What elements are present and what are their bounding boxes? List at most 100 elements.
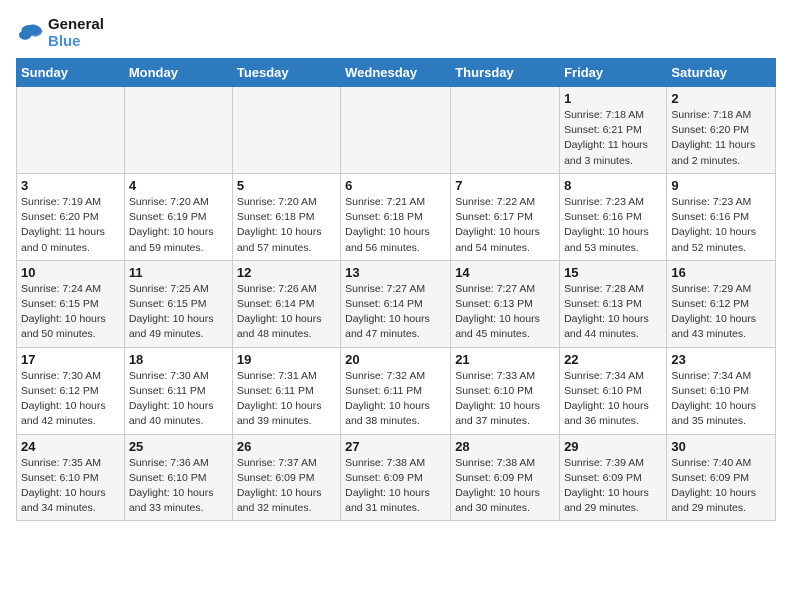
day-number: 2 bbox=[671, 91, 771, 106]
day-info: Sunrise: 7:27 AMSunset: 6:14 PMDaylight:… bbox=[345, 282, 446, 343]
week-row-1: 1 Sunrise: 7:18 AMSunset: 6:21 PMDaylight… bbox=[17, 87, 776, 174]
day-number: 9 bbox=[671, 178, 771, 193]
day-number: 22 bbox=[564, 352, 662, 367]
day-number: 1 bbox=[564, 91, 662, 106]
day-number: 29 bbox=[564, 439, 662, 454]
day-info: Sunrise: 7:18 AMSunset: 6:21 PMDaylight:… bbox=[564, 108, 662, 169]
day-cell bbox=[17, 87, 125, 174]
day-cell: 8 Sunrise: 7:23 AMSunset: 6:16 PMDaylight… bbox=[560, 173, 667, 260]
day-info: Sunrise: 7:34 AMSunset: 6:10 PMDaylight:… bbox=[564, 369, 662, 430]
day-info: Sunrise: 7:18 AMSunset: 6:20 PMDaylight:… bbox=[671, 108, 771, 169]
day-info: Sunrise: 7:26 AMSunset: 6:14 PMDaylight:… bbox=[237, 282, 336, 343]
day-info: Sunrise: 7:25 AMSunset: 6:15 PMDaylight:… bbox=[129, 282, 228, 343]
week-row-2: 3 Sunrise: 7:19 AMSunset: 6:20 PMDaylight… bbox=[17, 173, 776, 260]
day-cell: 3 Sunrise: 7:19 AMSunset: 6:20 PMDaylight… bbox=[17, 173, 125, 260]
header-cell-monday: Monday bbox=[124, 59, 232, 87]
header-cell-thursday: Thursday bbox=[451, 59, 560, 87]
day-cell: 20 Sunrise: 7:32 AMSunset: 6:11 PMDayligh… bbox=[341, 347, 451, 434]
day-number: 3 bbox=[21, 178, 120, 193]
day-number: 25 bbox=[129, 439, 228, 454]
day-info: Sunrise: 7:30 AMSunset: 6:12 PMDaylight:… bbox=[21, 369, 120, 430]
calendar-table: SundayMondayTuesdayWednesdayThursdayFrid… bbox=[16, 58, 776, 521]
day-info: Sunrise: 7:33 AMSunset: 6:10 PMDaylight:… bbox=[455, 369, 555, 430]
calendar-header: SundayMondayTuesdayWednesdayThursdayFrid… bbox=[17, 59, 776, 87]
day-cell: 2 Sunrise: 7:18 AMSunset: 6:20 PMDaylight… bbox=[667, 87, 776, 174]
day-info: Sunrise: 7:29 AMSunset: 6:12 PMDaylight:… bbox=[671, 282, 771, 343]
day-cell: 5 Sunrise: 7:20 AMSunset: 6:18 PMDaylight… bbox=[232, 173, 340, 260]
day-info: Sunrise: 7:23 AMSunset: 6:16 PMDaylight:… bbox=[671, 195, 771, 256]
day-cell: 25 Sunrise: 7:36 AMSunset: 6:10 PMDayligh… bbox=[124, 434, 232, 521]
header-cell-saturday: Saturday bbox=[667, 59, 776, 87]
day-number: 8 bbox=[564, 178, 662, 193]
day-info: Sunrise: 7:31 AMSunset: 6:11 PMDaylight:… bbox=[237, 369, 336, 430]
day-cell bbox=[341, 87, 451, 174]
day-info: Sunrise: 7:20 AMSunset: 6:19 PMDaylight:… bbox=[129, 195, 228, 256]
week-row-4: 17 Sunrise: 7:30 AMSunset: 6:12 PMDayligh… bbox=[17, 347, 776, 434]
day-cell: 9 Sunrise: 7:23 AMSunset: 6:16 PMDaylight… bbox=[667, 173, 776, 260]
day-number: 24 bbox=[21, 439, 120, 454]
day-cell: 15Sunrise: 7:28 AMSunset: 6:13 PMDayligh… bbox=[560, 260, 667, 347]
day-cell: 6 Sunrise: 7:21 AMSunset: 6:18 PMDaylight… bbox=[341, 173, 451, 260]
day-number: 19 bbox=[237, 352, 336, 367]
day-cell: 11 Sunrise: 7:25 AMSunset: 6:15 PMDayligh… bbox=[124, 260, 232, 347]
day-info: Sunrise: 7:19 AMSunset: 6:20 PMDaylight:… bbox=[21, 195, 120, 256]
week-row-3: 10 Sunrise: 7:24 AMSunset: 6:15 PMDayligh… bbox=[17, 260, 776, 347]
day-cell: 7Sunrise: 7:22 AMSunset: 6:17 PMDaylight… bbox=[451, 173, 560, 260]
day-cell bbox=[124, 87, 232, 174]
day-cell bbox=[232, 87, 340, 174]
header-cell-tuesday: Tuesday bbox=[232, 59, 340, 87]
week-row-5: 24 Sunrise: 7:35 AMSunset: 6:10 PMDayligh… bbox=[17, 434, 776, 521]
day-cell: 10 Sunrise: 7:24 AMSunset: 6:15 PMDayligh… bbox=[17, 260, 125, 347]
day-info: Sunrise: 7:21 AMSunset: 6:18 PMDaylight:… bbox=[345, 195, 446, 256]
day-number: 15 bbox=[564, 265, 662, 280]
header-cell-sunday: Sunday bbox=[17, 59, 125, 87]
day-cell bbox=[451, 87, 560, 174]
day-info: Sunrise: 7:30 AMSunset: 6:11 PMDaylight:… bbox=[129, 369, 228, 430]
day-number: 26 bbox=[237, 439, 336, 454]
day-info: Sunrise: 7:38 AMSunset: 6:09 PMDaylight:… bbox=[345, 456, 446, 517]
day-info: Sunrise: 7:32 AMSunset: 6:11 PMDaylight:… bbox=[345, 369, 446, 430]
logo-icon bbox=[16, 21, 44, 45]
day-number: 23 bbox=[671, 352, 771, 367]
day-number: 20 bbox=[345, 352, 446, 367]
day-cell: 23 Sunrise: 7:34 AMSunset: 6:10 PMDayligh… bbox=[667, 347, 776, 434]
day-cell: 19 Sunrise: 7:31 AMSunset: 6:11 PMDayligh… bbox=[232, 347, 340, 434]
day-info: Sunrise: 7:37 AMSunset: 6:09 PMDaylight:… bbox=[237, 456, 336, 517]
day-cell: 18 Sunrise: 7:30 AMSunset: 6:11 PMDayligh… bbox=[124, 347, 232, 434]
day-number: 6 bbox=[345, 178, 446, 193]
day-number: 7 bbox=[455, 178, 555, 193]
day-number: 14 bbox=[455, 265, 555, 280]
day-number: 21 bbox=[455, 352, 555, 367]
day-info: Sunrise: 7:20 AMSunset: 6:18 PMDaylight:… bbox=[237, 195, 336, 256]
day-cell: 27 Sunrise: 7:38 AMSunset: 6:09 PMDayligh… bbox=[341, 434, 451, 521]
day-cell: 21 Sunrise: 7:33 AMSunset: 6:10 PMDayligh… bbox=[451, 347, 560, 434]
day-cell: 16 Sunrise: 7:29 AMSunset: 6:12 PMDayligh… bbox=[667, 260, 776, 347]
day-cell: 1 Sunrise: 7:18 AMSunset: 6:21 PMDaylight… bbox=[560, 87, 667, 174]
day-number: 27 bbox=[345, 439, 446, 454]
day-info: Sunrise: 7:36 AMSunset: 6:10 PMDaylight:… bbox=[129, 456, 228, 517]
day-cell: 13Sunrise: 7:27 AMSunset: 6:14 PMDayligh… bbox=[341, 260, 451, 347]
day-cell: 24 Sunrise: 7:35 AMSunset: 6:10 PMDayligh… bbox=[17, 434, 125, 521]
day-cell: 12Sunrise: 7:26 AMSunset: 6:14 PMDayligh… bbox=[232, 260, 340, 347]
logo-text: General Blue bbox=[48, 16, 104, 50]
day-number: 18 bbox=[129, 352, 228, 367]
page-header: General Blue bbox=[16, 16, 776, 50]
day-cell: 22 Sunrise: 7:34 AMSunset: 6:10 PMDayligh… bbox=[560, 347, 667, 434]
day-cell: 28Sunrise: 7:38 AMSunset: 6:09 PMDayligh… bbox=[451, 434, 560, 521]
day-info: Sunrise: 7:27 AMSunset: 6:13 PMDaylight:… bbox=[455, 282, 555, 343]
header-cell-friday: Friday bbox=[560, 59, 667, 87]
day-info: Sunrise: 7:38 AMSunset: 6:09 PMDaylight:… bbox=[455, 456, 555, 517]
day-number: 17 bbox=[21, 352, 120, 367]
day-info: Sunrise: 7:24 AMSunset: 6:15 PMDaylight:… bbox=[21, 282, 120, 343]
day-info: Sunrise: 7:34 AMSunset: 6:10 PMDaylight:… bbox=[671, 369, 771, 430]
day-number: 16 bbox=[671, 265, 771, 280]
day-number: 11 bbox=[129, 265, 228, 280]
header-cell-wednesday: Wednesday bbox=[341, 59, 451, 87]
day-cell: 4 Sunrise: 7:20 AMSunset: 6:19 PMDaylight… bbox=[124, 173, 232, 260]
day-cell: 30Sunrise: 7:40 AMSunset: 6:09 PMDayligh… bbox=[667, 434, 776, 521]
day-number: 5 bbox=[237, 178, 336, 193]
day-number: 4 bbox=[129, 178, 228, 193]
day-number: 10 bbox=[21, 265, 120, 280]
day-info: Sunrise: 7:23 AMSunset: 6:16 PMDaylight:… bbox=[564, 195, 662, 256]
day-info: Sunrise: 7:35 AMSunset: 6:10 PMDaylight:… bbox=[21, 456, 120, 517]
